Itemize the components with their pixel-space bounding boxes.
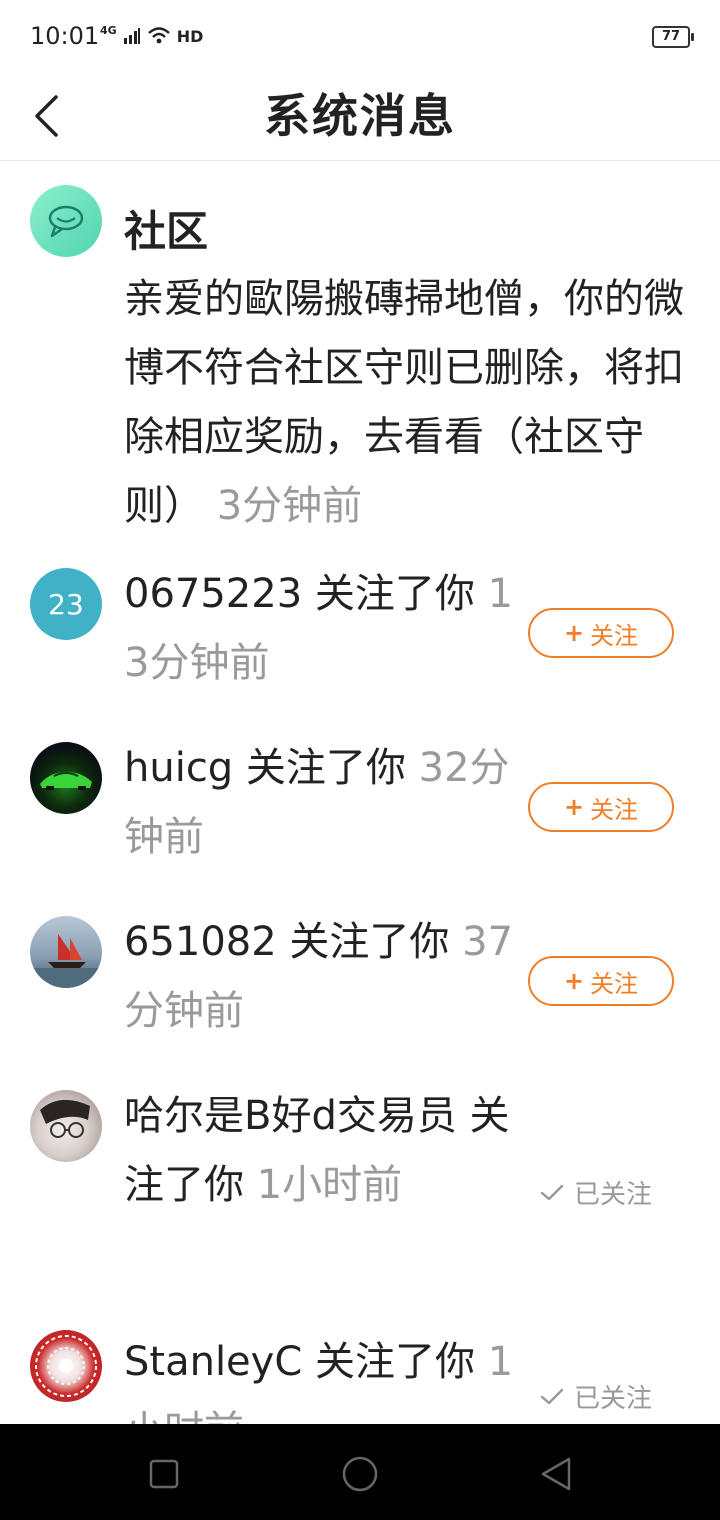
followed-status[interactable]: 已关注 [540, 1174, 652, 1211]
hd-label: HD [176, 26, 204, 46]
recent-apps-button[interactable] [142, 1452, 186, 1496]
follow-text: 651082 关注了你 37分钟前 [124, 908, 524, 1046]
circle-icon [342, 1456, 378, 1492]
list-item[interactable]: huicg 关注了你 32分钟前 + 关注 [0, 734, 720, 894]
user-name: huicg [124, 745, 234, 791]
header: 系统消息 [0, 72, 720, 161]
community-message-text: 亲爱的歐陽搬磚掃地僧，你的微博不符合社区守则已删除，将扣除相应奖励，去看看（社区… [124, 265, 694, 541]
system-nav-bar [0, 1424, 720, 1520]
follow-text: StanleyC 关注了你 1小时前 [124, 1328, 524, 1424]
car-image [40, 772, 92, 790]
followed-label: 已关注 [574, 1384, 653, 1414]
back-nav-button[interactable] [534, 1452, 578, 1496]
follow-button-label: 关注 [590, 969, 639, 998]
wifi-icon [147, 27, 170, 44]
follow-button[interactable]: + 关注 [528, 782, 674, 832]
follow-time: 1小时前 [256, 1162, 403, 1208]
message-time: 3分钟前 [216, 483, 363, 529]
signal-icon [123, 28, 140, 44]
follow-button[interactable]: + 关注 [528, 956, 674, 1006]
square-icon [149, 1459, 179, 1489]
user-name: 哈尔是B好d交易员 [124, 1093, 457, 1139]
followed-status[interactable]: 已关注 [540, 1378, 652, 1415]
follow-button[interactable]: + 关注 [528, 608, 674, 658]
follow-action: 关注了你 [302, 1339, 475, 1385]
check-icon [540, 1388, 564, 1404]
community-message[interactable]: 社区 亲爱的歐陽搬磚掃地僧，你的微博不符合社区守则已删除，将扣除相应奖励，去看看… [0, 160, 720, 540]
status-icons: 4G HD [100, 22, 203, 50]
list-item[interactable]: 651082 关注了你 37分钟前 + 关注 [0, 908, 720, 1068]
chat-bubble-icon [48, 205, 84, 238]
network-label: 4G [100, 23, 117, 37]
user-name: 651082 [124, 919, 277, 965]
follow-button-label: 关注 [590, 795, 639, 824]
message-list[interactable]: 社区 亲爱的歐陽搬磚掃地僧，你的微博不符合社区守则已删除，将扣除相应奖励，去看看… [0, 160, 720, 1424]
sailboat-image [30, 934, 102, 988]
list-item[interactable]: 23 0675223 关注了你 13分钟前 + 关注 [0, 560, 720, 720]
follow-action: 关注了你 [302, 571, 475, 617]
plus-icon: + [563, 967, 585, 995]
community-name: 社区 [124, 207, 209, 256]
plus-icon: + [563, 793, 585, 821]
list-item[interactable]: StanleyC 关注了你 1小时前 已关注 [0, 1328, 720, 1424]
plus-icon: + [563, 619, 585, 647]
follow-text: 哈尔是B好d交易员 关注了你 1小时前 [124, 1082, 524, 1220]
follow-text: 0675223 关注了你 13分钟前 [124, 560, 524, 698]
battery-icon: 77 [652, 26, 694, 48]
avatar: 23 [30, 568, 102, 640]
status-time: 10:01 [30, 22, 100, 50]
character-image [40, 1099, 90, 1138]
papercut-image [35, 1335, 97, 1397]
check-icon [540, 1184, 564, 1200]
home-button[interactable] [338, 1452, 382, 1496]
user-name: 0675223 [124, 571, 303, 617]
follow-action: 关注了你 [276, 919, 450, 965]
follow-text: huicg 关注了你 32分钟前 [124, 734, 524, 872]
avatar [30, 1090, 102, 1162]
list-item[interactable]: 哈尔是B好d交易员 关注了你 1小时前 已关注 [0, 1082, 720, 1292]
page-title: 系统消息 [264, 89, 456, 143]
status-bar: 10:01 4G HD 77 [0, 0, 720, 72]
user-name: StanleyC [124, 1339, 303, 1385]
community-avatar [30, 185, 102, 257]
avatar [30, 742, 102, 814]
follow-action: 关注了你 [233, 745, 406, 791]
triangle-back-icon [541, 1457, 571, 1491]
followed-label: 已关注 [574, 1180, 653, 1210]
follow-button-label: 关注 [590, 621, 639, 650]
message-body: 亲爱的歐陽搬磚掃地僧，你的微博不符合社区守则已删除，将扣除相应奖励，去看看（社区… [124, 276, 684, 529]
avatar [30, 1330, 102, 1402]
avatar [30, 916, 102, 988]
